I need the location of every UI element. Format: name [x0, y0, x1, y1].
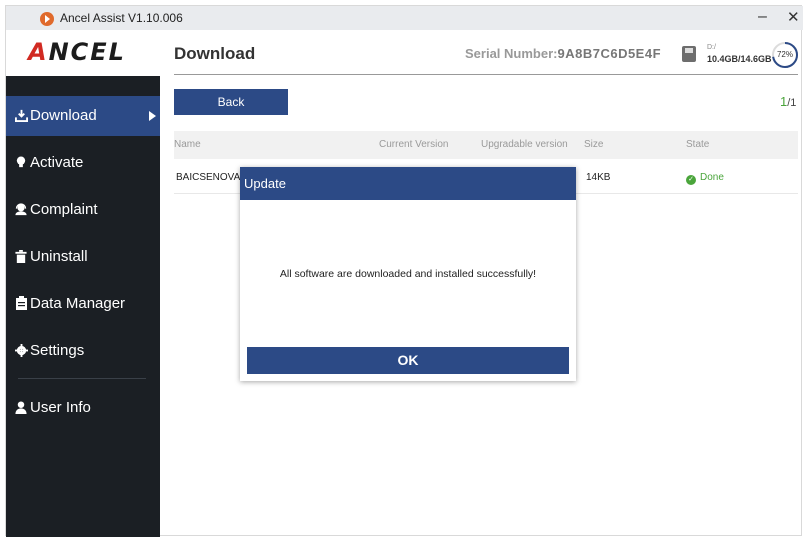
sidebar-item-label: User Info	[30, 399, 91, 416]
table-header: Name Current Version Upgradable version …	[174, 131, 798, 159]
title-bar: Ancel Assist V1.10.006 – ✕	[6, 6, 803, 30]
serial-value: 9A8B7C6D5E4F	[557, 46, 662, 61]
pagination: 1/1	[780, 94, 796, 109]
page-title: Download	[174, 44, 256, 63]
sidebar-item-user-info[interactable]: User Info	[6, 388, 160, 428]
clipboard-icon	[14, 296, 28, 310]
sidebar: ANCEL Download Activate Complaint Uninst…	[6, 30, 160, 537]
sidebar-item-label: Download	[30, 107, 97, 124]
brand-logo: ANCEL	[28, 38, 126, 66]
app-window: Ancel Assist V1.10.006 – ✕ ANCEL Downloa…	[5, 5, 803, 537]
user-icon	[14, 400, 28, 414]
sidebar-item-data-manager[interactable]: Data Manager	[6, 284, 160, 324]
sidebar-item-label: Activate	[30, 154, 84, 171]
update-dialog: Update All software are downloaded and i…	[240, 167, 576, 381]
close-button[interactable]: ✕	[787, 8, 800, 26]
check-circle-icon: ✓	[686, 175, 696, 185]
drive-label: D:/	[707, 44, 716, 51]
logo-area: ANCEL	[6, 30, 160, 76]
gear-icon	[14, 343, 28, 357]
column-header-name: Name	[174, 139, 201, 150]
sd-card-icon	[682, 46, 696, 62]
column-header-upgradable-version: Upgradable version	[481, 139, 568, 150]
column-header-current-version: Current Version	[379, 139, 449, 150]
download-icon	[14, 108, 28, 122]
minimize-button[interactable]: –	[758, 8, 767, 26]
column-header-size: Size	[584, 139, 604, 150]
support-agent-icon	[14, 202, 28, 216]
sidebar-divider	[18, 378, 146, 379]
sidebar-item-label: Data Manager	[30, 295, 126, 312]
sidebar-item-label: Complaint	[30, 201, 98, 218]
dialog-title: Update	[240, 167, 576, 200]
storage-usage: 10.4GB/14.6GB	[707, 54, 772, 64]
back-button[interactable]: Back	[174, 89, 288, 115]
cell-name: BAICSENOVA	[176, 172, 241, 183]
sidebar-item-settings[interactable]: Settings	[6, 331, 160, 371]
state-label: Done	[700, 172, 724, 183]
usage-percent: 72%	[776, 50, 793, 59]
sidebar-item-complaint[interactable]: Complaint	[6, 190, 160, 230]
sidebar-item-label: Settings	[30, 342, 85, 359]
active-arrow-icon	[149, 111, 156, 121]
sidebar-item-label: Uninstall	[30, 248, 88, 265]
cell-size: 14KB	[586, 172, 611, 183]
total-pages: /1	[787, 97, 797, 109]
sidebar-item-download[interactable]: Download	[6, 96, 160, 136]
sidebar-item-uninstall[interactable]: Uninstall	[6, 237, 160, 277]
cell-state: ✓ Done	[686, 172, 724, 185]
sidebar-item-activate[interactable]: Activate	[6, 143, 160, 183]
trash-icon	[14, 249, 28, 263]
sidebar-top-divider	[6, 76, 160, 80]
serial-label: Serial Number:	[465, 46, 558, 61]
header-divider	[174, 74, 798, 75]
app-logo-icon	[40, 12, 54, 26]
ok-button[interactable]: OK	[247, 347, 569, 374]
bulb-icon	[14, 155, 28, 169]
window-title: Ancel Assist V1.10.006	[60, 11, 183, 25]
column-header-state: State	[686, 139, 710, 150]
serial-number: Serial Number:9A8B7C6D5E4F	[465, 46, 661, 61]
dialog-message: All software are downloaded and installe…	[279, 268, 537, 280]
